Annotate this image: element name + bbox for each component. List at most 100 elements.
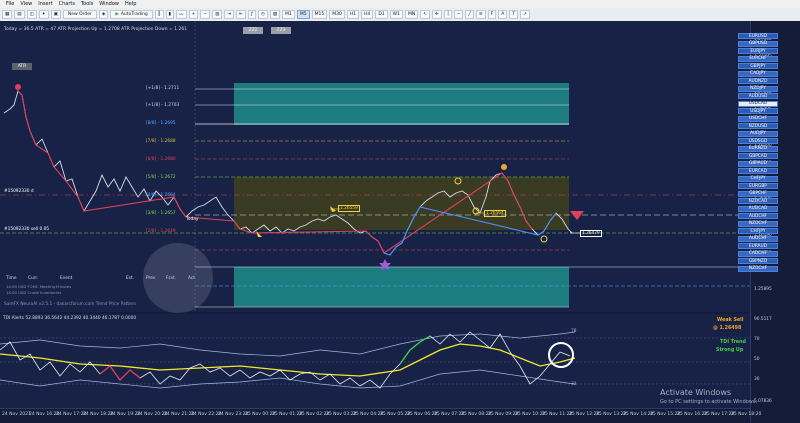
- zoom-out-icon[interactable]: −: [200, 10, 211, 19]
- menu-help[interactable]: Help: [125, 1, 136, 7]
- symbol-button[interactable]: NZDCAD: [738, 198, 778, 204]
- symbol-button[interactable]: EURJPY: [738, 48, 778, 54]
- menu-tools[interactable]: Tools: [81, 1, 93, 7]
- symbol-button[interactable]: AUDCAD: [738, 205, 778, 212]
- terminal-icon[interactable]: ▣: [50, 10, 61, 19]
- left-mark-upper: #15092330 d: [4, 189, 34, 194]
- symbol-button[interactable]: EURAUD: [738, 243, 778, 249]
- menu-insert[interactable]: Insert: [38, 1, 52, 7]
- timeframe-h4[interactable]: H4: [361, 10, 374, 19]
- zz3-button[interactable]: ZZ3: [271, 27, 291, 34]
- symbol-button[interactable]: GBPJPY: [738, 63, 778, 69]
- symbol-button[interactable]: GBPNZD: [738, 258, 778, 264]
- timeframe-m5[interactable]: M5: [296, 10, 310, 19]
- timeframe-d1[interactable]: D1: [375, 10, 388, 19]
- new-chart-icon[interactable]: ▦: [2, 10, 13, 19]
- symbol-button[interactable]: GBPCHF: [738, 190, 778, 197]
- chart-shift-icon[interactable]: ⇤: [236, 10, 246, 19]
- time-tick: 25 Nov 09:20: [488, 412, 519, 417]
- symbol-button[interactable]: NZDUSD: [738, 123, 778, 129]
- fib-level-label: [8/8] - 1.2695: [146, 121, 176, 126]
- menu-file[interactable]: File: [6, 1, 14, 7]
- symbol-button[interactable]: AUDNZD: [738, 78, 778, 84]
- main-chart[interactable]: [+1/8] - 1.2711 [+1/8] - 1.2703 [8/8] - …: [0, 21, 750, 312]
- symbol-button[interactable]: CADCHF: [738, 250, 778, 257]
- tile-icon[interactable]: ▥: [212, 10, 223, 19]
- symbol-button[interactable]: EURNZD: [738, 145, 778, 152]
- candles-icon[interactable]: ▮: [165, 10, 174, 19]
- symbol-button[interactable]: AUDCHF: [738, 235, 778, 242]
- symbol-button[interactable]: GBPCAD: [738, 153, 778, 159]
- tdi-subwindow[interactable]: TDI Alerts 52.8893 36.5642 44.2392 40.34…: [0, 314, 750, 408]
- timeframe-m1[interactable]: M1: [282, 10, 295, 19]
- symbol-button[interactable]: AUDUSD: [738, 93, 778, 99]
- symbol-button[interactable]: GBPUSD: [738, 40, 778, 47]
- menu-charts[interactable]: Charts: [59, 1, 75, 7]
- time-tick: 25 Nov 11:20: [542, 412, 573, 417]
- symbol-button[interactable]: EURCHF: [738, 55, 778, 62]
- line-chart-icon[interactable]: 〰: [176, 10, 187, 19]
- cursor-icon[interactable]: ↖: [420, 10, 430, 19]
- menu-view[interactable]: View: [20, 1, 32, 7]
- menu-window[interactable]: Window: [99, 1, 119, 7]
- new-order-button[interactable]: New Order: [62, 10, 97, 19]
- tdi-rsi-line: [0, 331, 571, 389]
- zoom-in-icon[interactable]: +: [188, 10, 199, 19]
- symbol-button[interactable]: EURGBP: [738, 183, 778, 189]
- market-watch-icon[interactable]: ◫: [26, 10, 37, 19]
- menu-bar: File View Insert Charts Tools Window Hel…: [0, 0, 800, 8]
- price-tick: 1.25895: [754, 287, 772, 292]
- autotrading-button[interactable]: ▶ AutoTrading: [110, 10, 153, 19]
- vertical-line-icon[interactable]: │: [443, 10, 453, 19]
- symbol-button[interactable]: USDJPY: [738, 108, 778, 114]
- symbol-button[interactable]: EURCAD: [738, 168, 778, 174]
- atr-button[interactable]: ATR: [12, 63, 32, 70]
- symbol-button[interactable]: AUDJPY: [738, 130, 778, 137]
- zz2-button[interactable]: ZZ2: [243, 27, 263, 34]
- symbol-button[interactable]: EURUSD: [738, 33, 778, 39]
- symbol-button[interactable]: CHFJPY: [738, 175, 778, 182]
- symbol-button[interactable]: NZDCHF: [738, 220, 778, 227]
- trendline-icon[interactable]: ╱: [465, 10, 474, 19]
- symbol-button[interactable]: NZDCHF: [738, 265, 778, 272]
- arrows-icon[interactable]: ↗: [520, 10, 530, 19]
- time-tick: 24 Nov 2021: [2, 412, 31, 417]
- symbol-button[interactable]: CHFJPY: [738, 228, 778, 234]
- periods-icon[interactable]: ◷: [257, 10, 268, 19]
- time-tick: 24 Nov 21:20: [164, 412, 195, 417]
- symbol-button[interactable]: USDCHF: [738, 115, 778, 122]
- symbol-button[interactable]: USDCAD: [738, 100, 778, 107]
- fib-level-label: [3/8] - 1.2657: [146, 211, 176, 216]
- symbol-button[interactable]: CADJPY: [738, 70, 778, 77]
- channel-icon[interactable]: ≡: [475, 10, 486, 19]
- upper-supply-zone: [234, 83, 569, 125]
- horizontal-line-icon[interactable]: ─: [454, 10, 464, 19]
- timeframe-m30[interactable]: M30: [329, 10, 345, 19]
- symbol-button[interactable]: AUDCHF: [738, 213, 778, 219]
- profiles-icon[interactable]: ▤: [14, 10, 25, 19]
- indicators-icon[interactable]: ƒ: [247, 10, 256, 19]
- time-tick: 24 Nov 22:20: [191, 412, 222, 417]
- calendar-header: Curr.: [28, 276, 39, 281]
- timeframe-m15[interactable]: M15: [311, 10, 328, 19]
- label-icon[interactable]: T: [509, 10, 519, 19]
- metaeditor-icon[interactable]: ◈: [98, 10, 109, 19]
- timeframe-mn[interactable]: MN: [404, 10, 419, 19]
- text-icon[interactable]: A: [498, 10, 508, 19]
- time-tick: 25 Nov 02:20: [299, 412, 330, 417]
- fibonacci-icon[interactable]: F: [487, 10, 497, 19]
- time-axis[interactable]: 24 Nov 2021 24 Nov 16:20 24 Nov 17:20 24 No…: [0, 408, 761, 423]
- bar-chart-icon[interactable]: ┃: [154, 10, 164, 19]
- symbol-button[interactable]: USDSGD: [738, 138, 778, 144]
- autoscroll-icon[interactable]: ⇥: [224, 10, 235, 19]
- main-chart-svg: [0, 21, 750, 312]
- templates-icon[interactable]: ▧: [269, 10, 281, 19]
- navigator-icon[interactable]: ✦: [38, 10, 49, 19]
- time-tick: 24 Nov 18:20: [83, 412, 114, 417]
- symbol-button[interactable]: GBPAUD: [738, 160, 778, 167]
- timeframe-w1[interactable]: W1: [389, 10, 403, 19]
- symbol-button[interactable]: NZDJPY: [738, 85, 778, 92]
- crosshair-icon[interactable]: ✛: [431, 10, 442, 19]
- timeframe-h1[interactable]: H1: [346, 10, 360, 19]
- box-label: 1.26564: [484, 210, 506, 217]
